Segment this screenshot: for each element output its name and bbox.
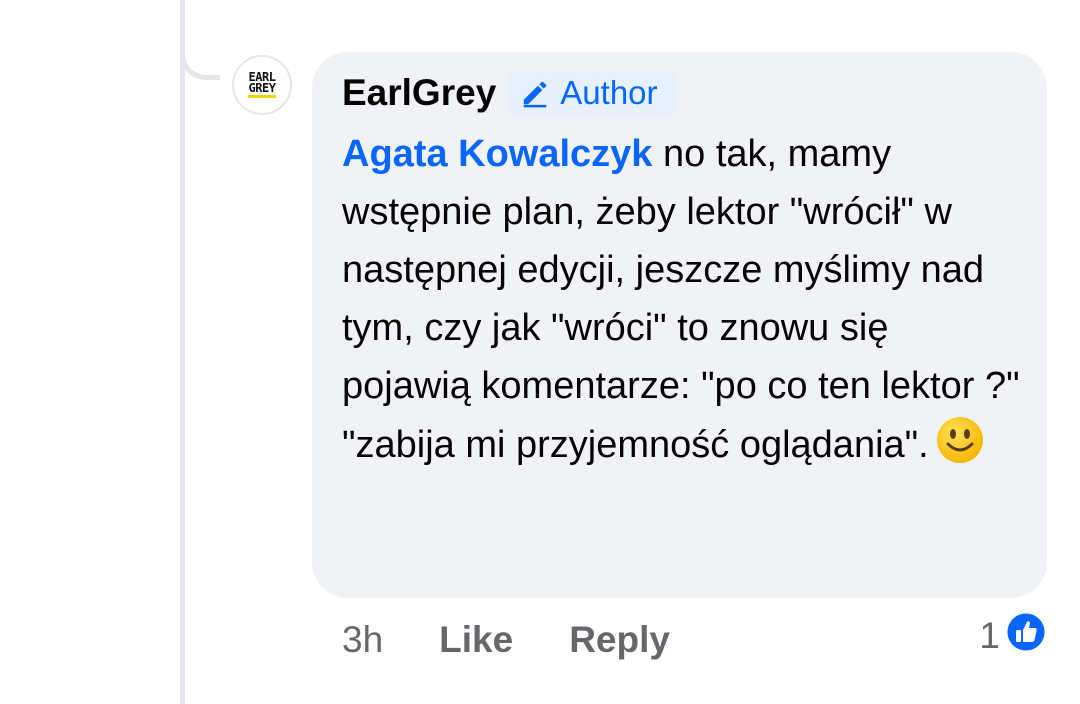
avatar[interactable]: EARL GREY bbox=[232, 55, 292, 115]
reactions-summary[interactable]: 1 bbox=[979, 610, 1048, 663]
thumbs-up-icon bbox=[1004, 610, 1048, 663]
author-name[interactable]: EarlGrey bbox=[342, 72, 496, 114]
like-button[interactable]: Like bbox=[439, 619, 513, 661]
comment-header: EarlGrey Author bbox=[342, 70, 1017, 116]
avatar-logo-bar bbox=[248, 95, 276, 98]
thread-line bbox=[180, 0, 185, 704]
author-badge-label: Author bbox=[560, 74, 658, 111]
author-badge: Author bbox=[508, 71, 676, 115]
comment-text: Agata Kowalczyk no tak, mamy wstępnie pl… bbox=[342, 125, 1022, 474]
reaction-count: 1 bbox=[979, 615, 1000, 656]
reply-button[interactable]: Reply bbox=[569, 619, 670, 661]
smiling-face-emoji bbox=[935, 415, 985, 465]
pencil-icon bbox=[524, 81, 547, 108]
comment-body: no tak, mamy wstępnie plan, żeby lektor … bbox=[342, 133, 1020, 466]
thread-connector bbox=[180, 0, 220, 80]
timestamp[interactable]: 3h bbox=[342, 619, 383, 661]
comment-actions: 3h Like Reply bbox=[342, 612, 670, 668]
comment-bubble: EarlGrey Author Agata Kowalczyk no tak, … bbox=[312, 52, 1047, 598]
avatar-logo-line2: GREY bbox=[248, 81, 276, 95]
mention-link[interactable]: Agata Kowalczyk bbox=[342, 133, 652, 175]
